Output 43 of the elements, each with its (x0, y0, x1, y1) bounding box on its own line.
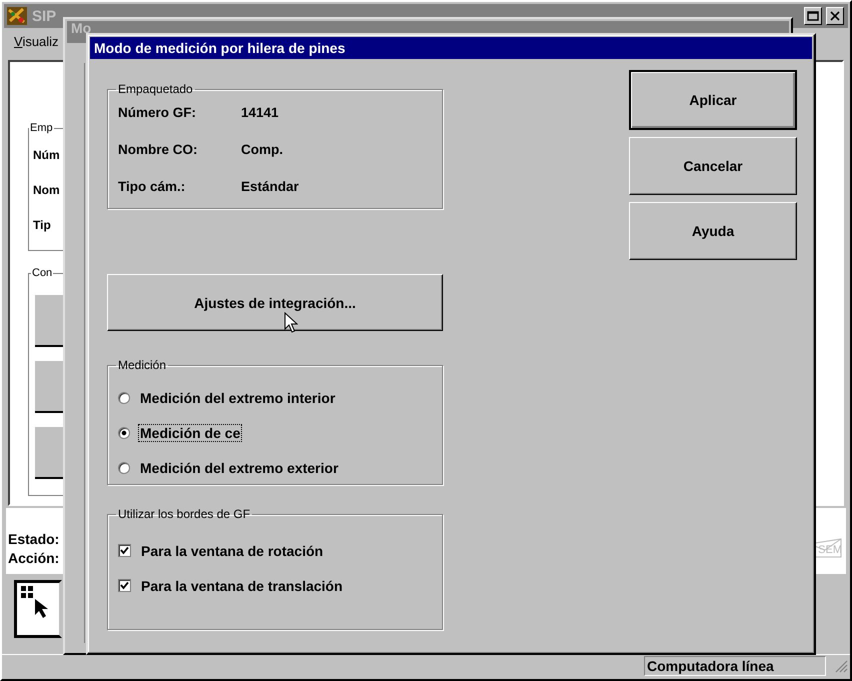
dialog-title: Modo de medición por hilera de pines (94, 40, 346, 56)
maximize-button[interactable] (804, 7, 822, 25)
window-title: SIP (32, 8, 56, 24)
field-label: Tipo cám.: (118, 179, 186, 194)
radio-button[interactable] (118, 392, 130, 404)
dialog-button[interactable]: Ayuda (629, 202, 797, 260)
menu-item[interactable]: Visualiz (14, 34, 59, 48)
checkbox-label[interactable]: Para la ventana de translación (139, 576, 345, 594)
status-label: Acción: (8, 549, 60, 568)
close-icon (830, 11, 840, 21)
integration-settings-button[interactable]: Ajustes de integración... (107, 274, 443, 331)
checkbox[interactable] (118, 544, 131, 557)
group-label: Medición (117, 358, 168, 372)
dialog-button[interactable]: Aplicar (629, 70, 797, 130)
maximize-icon (807, 11, 819, 21)
dialog-button[interactable]: Cancelar (629, 137, 797, 195)
group-label: Empaquetado (117, 82, 194, 96)
group-label: Con (31, 267, 54, 279)
resize-grip-icon (834, 659, 848, 673)
status-label: Estado: (8, 530, 60, 549)
checkbox[interactable] (118, 579, 131, 592)
field-value: 14141 (241, 105, 279, 120)
field-label: Nom (33, 183, 60, 197)
field-value: Comp. (241, 142, 283, 157)
close-button[interactable] (826, 7, 844, 25)
app-icon (6, 6, 28, 26)
status-text: Computadora línea (644, 656, 826, 676)
field-label: Número GF: (118, 105, 198, 120)
field-value: Estándar (241, 179, 299, 194)
checkbox-label[interactable]: Para la ventana de rotación (139, 542, 326, 560)
radio-button[interactable] (118, 462, 130, 474)
radio-button[interactable] (118, 426, 130, 438)
group-label: Emp (29, 122, 54, 134)
field-label: Tip (33, 218, 51, 232)
window-title: Mo (71, 21, 92, 36)
group-label: Utilizar los bordes de GF (117, 507, 252, 521)
mouse-cursor-icon (284, 312, 298, 334)
radio-label[interactable]: Medición del extremo exterior (138, 458, 340, 476)
field-label: Núm (33, 148, 60, 162)
radio-label[interactable]: Medición de ce (138, 424, 242, 442)
field-label: Nombre CO: (118, 142, 199, 157)
radio-label[interactable]: Medición del extremo interior (138, 388, 338, 406)
select-tool-button[interactable] (14, 580, 62, 638)
